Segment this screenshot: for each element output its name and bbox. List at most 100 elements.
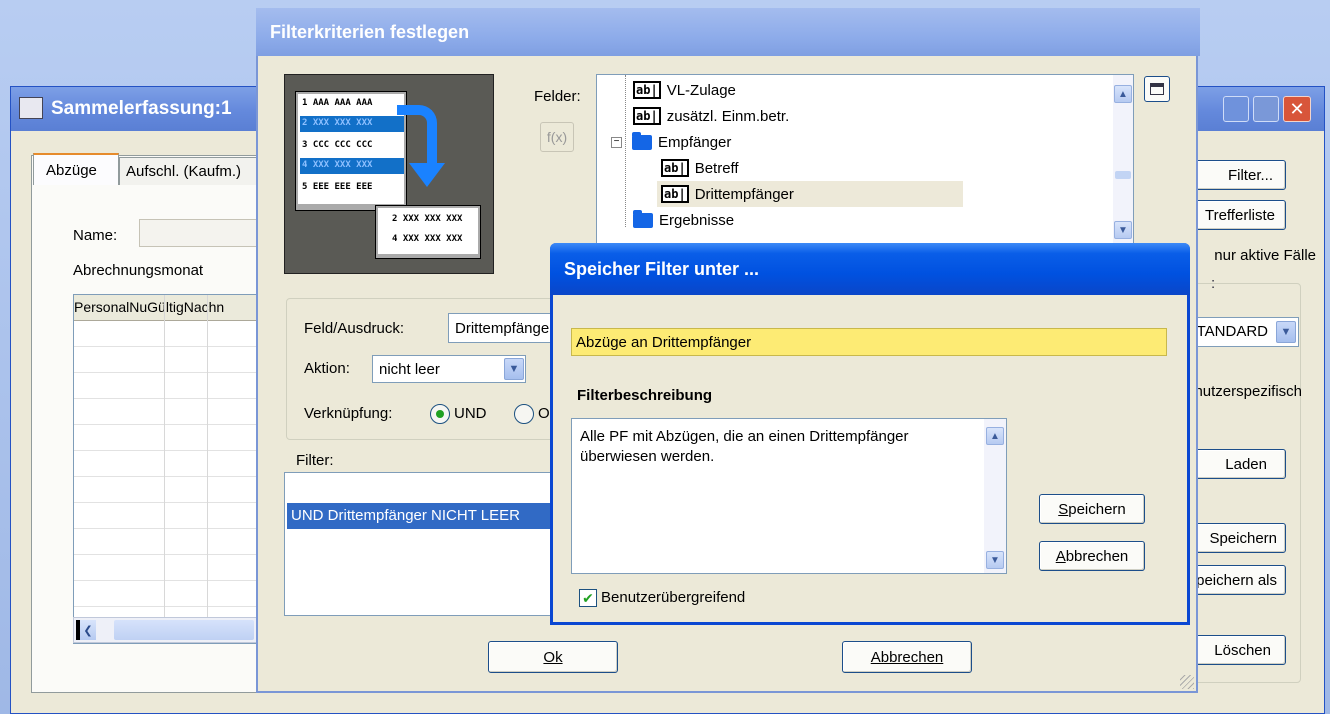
tree-item-betreff[interactable]: ab| Betreff [661, 155, 739, 181]
grid-header[interactable]: PersonalNuGültigNachn [74, 295, 262, 321]
tree-scrollbar[interactable]: ▲ ▼ [1113, 75, 1133, 249]
abbrechen-save-button[interactable]: Abbrechen [1039, 541, 1145, 571]
speichern-button-bg-label: Speichern [1209, 529, 1277, 547]
minimize-icon[interactable] [1223, 96, 1249, 122]
felder-label: Felder: [534, 88, 581, 105]
folder-icon [633, 209, 653, 228]
filter-name-input[interactable]: Abzüge an Drittempfänger [571, 328, 1167, 356]
filterbeschreibung-label: Filterbeschreibung [577, 387, 713, 404]
illustration-arrowhead [409, 163, 445, 187]
tab-abzuege-label: Abzüge [46, 162, 97, 179]
grid-header-text: PersonalNuGültigNachn [74, 299, 225, 315]
abl-field-icon: ab| [633, 81, 661, 99]
ok-button-label: Ok [543, 648, 563, 666]
scroll-left-icon[interactable]: ❮ [76, 620, 96, 640]
illustration-row-4: 4 XXX XXX XXX [302, 160, 373, 170]
collapse-icon[interactable]: − [611, 136, 622, 148]
tree-item-empfaenger[interactable]: − Empfänger [611, 129, 731, 155]
trefferliste-button-label: Trefferliste [1204, 206, 1275, 224]
scroll-thumb[interactable] [114, 620, 254, 640]
scroll-up-icon[interactable]: ▲ [1114, 85, 1132, 103]
scroll-thumb[interactable] [1115, 171, 1131, 179]
fx-button[interactable]: f(x) [540, 122, 574, 152]
tree-item-label: Betreff [694, 159, 739, 177]
speichern-button[interactable]: Speichern [1039, 494, 1145, 524]
description-scrollbar[interactable]: ▲ ▼ [984, 419, 1006, 573]
ok-button[interactable]: Ok [488, 641, 618, 673]
abl-field-icon: ab| [633, 107, 661, 125]
verknuepfung-label: Verknüpfung: [304, 405, 393, 422]
speichern-als-button-label: Speichern als [1186, 571, 1277, 589]
und-radio[interactable] [430, 404, 450, 424]
grid-col-line [164, 295, 165, 643]
nur-aktive-faelle-label: nur aktive Fälle [1214, 247, 1316, 264]
speicher-titlebar[interactable]: Speicher Filter unter ... [550, 243, 1190, 295]
illustration-row-5: 5 EEE EEE EEE [302, 182, 373, 192]
chevron-down-icon[interactable]: ▼ [504, 358, 524, 380]
description-text: Alle PF mit Abzügen, die an einen Dritte… [580, 428, 909, 465]
tree-item-label: VL-Zulage [666, 81, 736, 99]
folder-icon [632, 131, 652, 150]
maximize-icon[interactable] [1253, 96, 1279, 122]
description-textarea[interactable]: Alle PF mit Abzügen, die an einen Dritte… [571, 418, 1007, 574]
benutzeruebergreifend-label: Benutzerübergreifend [601, 589, 746, 606]
tree-item-label: Ergebnisse [659, 211, 735, 229]
grid-lines [74, 321, 262, 643]
scroll-down-icon[interactable]: ▼ [986, 551, 1004, 569]
app-icon [19, 97, 43, 119]
tree-item-zusaetzl[interactable]: ab| zusätzl. Einm.betr. [633, 103, 789, 129]
tree-item-drittempfaenger[interactable]: ab| Drittempfänger [657, 181, 963, 207]
close-icon[interactable]: ✕ [1283, 96, 1311, 122]
feld-ausdruck-value: Drittempfänger [455, 320, 555, 337]
benutzeruebergreifend-checkbox[interactable]: ✔ [579, 589, 597, 607]
aktion-select[interactable]: nicht leer ▼ [372, 355, 526, 383]
scroll-down-icon[interactable]: ▼ [1114, 221, 1132, 239]
filter-illustration: 1 AAA AAA AAA 2 XXX XXX XXX 3 CCC CCC CC… [284, 74, 494, 274]
speicher-title: Speicher Filter unter ... [564, 259, 760, 279]
filter-label: Filter: [296, 452, 334, 469]
filter-button-label: Filter... [1227, 166, 1273, 184]
filter-list[interactable]: UND Drittempfänger NICHT LEER [284, 472, 584, 616]
tab-aufschl[interactable]: Aufschl. (Kaufm.) [119, 157, 259, 185]
und-label: UND [454, 405, 487, 422]
chevron-down-icon[interactable]: ▼ [1276, 321, 1296, 343]
filterkriterien-titlebar[interactable]: Filterkriterien festlegen [256, 8, 1200, 56]
scroll-up-icon[interactable]: ▲ [986, 427, 1004, 445]
speichern-button-label: Speichern [1058, 500, 1126, 518]
felder-tree[interactable]: ab| VL-Zulage ab| zusätzl. Einm.betr. − Emp… [596, 74, 1134, 250]
filter-list-row-selected[interactable]: UND Drittempfänger NICHT LEER [287, 503, 583, 529]
sammelerfassung-title: Sammelerfassung:1 [51, 98, 232, 119]
illustration-row-1: 1 AAA AAA AAA [302, 98, 373, 108]
data-grid[interactable]: PersonalNuGültigNachn [73, 294, 263, 644]
tree-item-vl-zulage[interactable]: ab| VL-Zulage [633, 77, 736, 103]
fx-label: f(x) [546, 129, 568, 145]
tree-item-ergebnisse[interactable]: Ergebnisse [633, 207, 734, 233]
aktion-value: nicht leer [379, 361, 440, 378]
tree-item-label: zusätzl. Einm.betr. [666, 107, 790, 125]
tab-aufschl-label: Aufschl. (Kaufm.) [126, 163, 242, 180]
feld-ausdruck-label: Feld/Ausdruck: [304, 320, 405, 337]
properties-icon [1150, 83, 1164, 95]
filter-name-value: Abzüge an Drittempfänger [576, 334, 752, 351]
filterkriterien-title: Filterkriterien festlegen [270, 22, 470, 42]
speicher-filter-dialog: Speicher Filter unter ... Abzüge an Drit… [550, 243, 1190, 625]
illustration-row-3: 3 CCC CCC CCC [302, 140, 373, 150]
illustration-result-row-2: 4 XXX XXX XXX [392, 234, 463, 244]
oder-label-clip: ODER [538, 405, 550, 425]
oder-radio[interactable] [514, 404, 534, 424]
name-field[interactable] [139, 219, 259, 247]
checkmark-icon: ✔ [582, 589, 594, 606]
illustration-result: 2 XXX XXX XXX 4 XXX XXX XXX [375, 205, 481, 259]
field-properties-button[interactable] [1144, 76, 1170, 102]
abl-field-icon: ab| [661, 159, 689, 177]
illustration-result-row-1: 2 XXX XXX XXX [392, 214, 463, 224]
illustration-list: 1 AAA AAA AAA 2 XXX XXX XXX 3 CCC CCC CC… [295, 91, 407, 211]
tab-abzuege[interactable]: Abzüge [33, 153, 119, 185]
illustration-arrow-icon [397, 105, 437, 165]
resize-grip-icon[interactable] [1180, 675, 1194, 689]
abbrechen-button[interactable]: Abbrechen [842, 641, 972, 673]
grid-scrollbar[interactable]: ❮ [73, 617, 263, 643]
filter-line-text: UND Drittempfänger NICHT LEER [291, 507, 520, 524]
name-label: Name: [73, 227, 118, 244]
abl-field-icon: ab| [661, 185, 689, 203]
